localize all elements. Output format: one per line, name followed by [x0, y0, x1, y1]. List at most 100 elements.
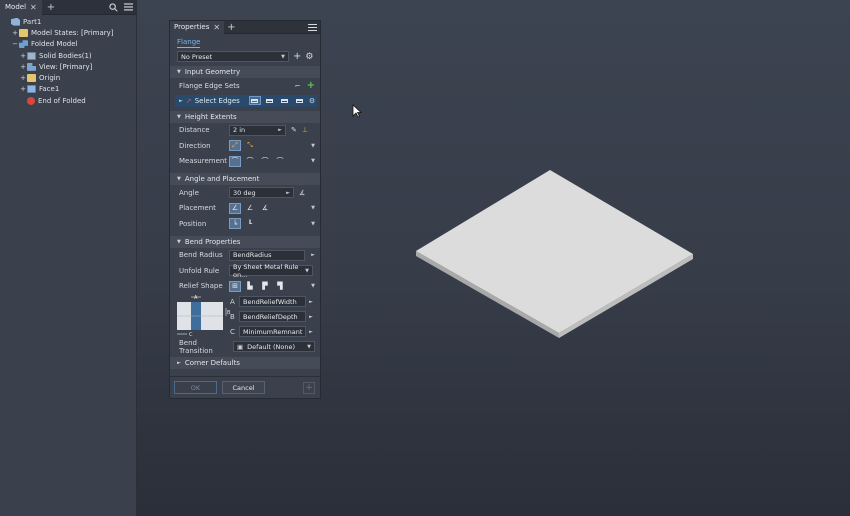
flip-direction-1-icon[interactable]: ⤢: [229, 140, 241, 152]
angle-reference-icon[interactable]: ∡: [299, 189, 305, 197]
preset-dropdown[interactable]: No Preset ▼: [177, 51, 289, 62]
expand-toggle-icon[interactable]: +: [19, 63, 27, 71]
section-bend-properties[interactable]: ▼ Bend Properties: [170, 235, 320, 248]
relief-width-input[interactable]: BendReliefWidth: [239, 296, 306, 307]
hamburger-menu-icon[interactable]: [124, 3, 133, 11]
chevron-right-icon[interactable]: ►: [311, 252, 315, 258]
expand-toggle-icon[interactable]: −: [11, 40, 19, 48]
tree-item[interactable]: + Face1: [0, 84, 136, 95]
chevron-down-icon[interactable]: ▼: [311, 283, 315, 289]
measure-mode-1-icon[interactable]: ⌒: [229, 155, 241, 167]
relief-round-icon[interactable]: ▛: [259, 281, 271, 292]
edge-selection-row[interactable]: ► ➚ Select Edges ⚙: [175, 94, 317, 107]
tree-item-label: Origin: [39, 74, 61, 83]
flip-direction-2-icon[interactable]: ⤡: [244, 140, 256, 151]
tree-item[interactable]: Part1: [0, 16, 136, 27]
chevron-down-icon: ▼: [307, 343, 311, 350]
edge-mode-2-icon[interactable]: [264, 96, 276, 105]
graphics-viewport[interactable]: [322, 0, 850, 516]
unfold-rule-dropdown[interactable]: By Sheet Metal Rule on... ▼: [229, 263, 313, 279]
expand-toggle-icon[interactable]: +: [11, 29, 19, 37]
folded-model-icon: [19, 40, 28, 49]
position-inside-icon[interactable]: ╘: [229, 218, 241, 230]
relief-depth-input[interactable]: BendReliefDepth: [239, 311, 306, 322]
measure-icon[interactable]: ✎: [291, 126, 297, 134]
add-edge-set-icon[interactable]: +: [307, 80, 315, 91]
section-title: Bend Properties: [184, 237, 241, 246]
expand-toggle-icon[interactable]: +: [19, 74, 27, 82]
face-icon: [27, 85, 36, 94]
hamburger-menu-icon[interactable]: [308, 23, 317, 31]
chevron-down-icon: ▼: [177, 113, 181, 120]
chevron-right-icon[interactable]: ►: [309, 299, 313, 305]
add-preset-icon[interactable]: +: [293, 51, 301, 62]
chevron-right-icon[interactable]: ►: [309, 329, 313, 335]
tree-item-label: Face1: [39, 85, 60, 94]
chevron-down-icon[interactable]: ▼: [311, 221, 315, 227]
bend-radius-value: BendRadius: [233, 251, 272, 260]
add-tab-icon[interactable]: +: [47, 2, 55, 13]
chevron-right-icon[interactable]: ►: [286, 190, 290, 196]
section-title: Height Extents: [184, 112, 237, 121]
measure-mode-4-icon[interactable]: ⌒: [274, 156, 286, 167]
placement-outer-icon[interactable]: ∠: [244, 203, 256, 214]
chevron-right-icon: ►: [177, 359, 181, 366]
tree-item[interactable]: End of Folded: [0, 95, 136, 106]
preset-row: No Preset ▼ + ⚙: [170, 48, 320, 62]
bend-radius-input[interactable]: BendRadius: [229, 249, 305, 261]
edge-mode-1-icon[interactable]: [248, 96, 261, 105]
cancel-button[interactable]: Cancel: [222, 381, 265, 394]
settings-icon[interactable]: ⚙: [309, 97, 315, 105]
relief-tear-icon[interactable]: ▜: [274, 281, 286, 292]
apply-plus-icon[interactable]: +: [303, 381, 315, 394]
end-of-part-icon: [27, 96, 35, 105]
preset-value: No Preset: [181, 52, 213, 61]
placement-inner-icon[interactable]: ∠: [229, 202, 241, 214]
chevron-right-icon[interactable]: ►: [309, 314, 313, 320]
tree-item[interactable]: + Model States: [Primary]: [0, 27, 136, 38]
bend-transition-dropdown[interactable]: ▣ Default (None) ▼: [233, 341, 315, 353]
gear-icon[interactable]: ⚙: [305, 52, 313, 62]
section-corner-defaults[interactable]: ► Corner Defaults: [170, 356, 320, 369]
close-icon[interactable]: ✕: [30, 3, 37, 12]
properties-panel: Properties ✕ + Flange No Preset ▼ + ⚙ ▼ …: [169, 20, 321, 399]
search-icon[interactable]: [109, 2, 118, 12]
relief-b-letter: B: [230, 312, 235, 321]
measure-mode-3-icon[interactable]: ⌒: [259, 156, 271, 167]
section-input-geometry[interactable]: ▼ Input Geometry: [170, 66, 320, 78]
tab-properties[interactable]: Properties ✕: [170, 20, 225, 34]
tab-model[interactable]: Model ✕: [0, 0, 42, 15]
angle-input[interactable]: 30 deg ►: [229, 187, 294, 199]
position-outside-icon[interactable]: ╙: [244, 218, 256, 229]
chevron-right-icon[interactable]: ►: [278, 127, 282, 133]
chevron-down-icon[interactable]: ▼: [311, 158, 315, 164]
measurement-row: Measurement ⌒ ⌒ ⌒ ⌒ ▼: [170, 154, 320, 170]
tab-flange[interactable]: Flange: [177, 38, 201, 48]
close-icon[interactable]: ✕: [213, 23, 220, 32]
expand-toggle-icon[interactable]: +: [19, 52, 27, 60]
chevron-down-icon[interactable]: ▼: [311, 205, 315, 211]
edge-mode-3-icon[interactable]: [279, 96, 291, 105]
sheet-metal-plate[interactable]: [322, 0, 850, 516]
add-tab-icon[interactable]: +: [227, 22, 235, 33]
tree-item[interactable]: + Solid Bodies(1): [0, 50, 136, 61]
measure-mode-2-icon[interactable]: ⌒: [244, 156, 256, 167]
edge-select-tool-icon[interactable]: ⌐: [295, 82, 301, 90]
distance-input[interactable]: 2 in ►: [229, 124, 286, 136]
chevron-down-icon[interactable]: ▼: [311, 143, 315, 149]
expand-toggle-icon[interactable]: +: [19, 85, 27, 93]
section-height-extents[interactable]: ▼ Height Extents: [170, 110, 320, 123]
tree-item[interactable]: − Folded Model: [0, 39, 136, 50]
tree-item[interactable]: + View: [Primary]: [0, 61, 136, 72]
placement-tangent-icon[interactable]: ∡: [259, 203, 271, 214]
section-angle-placement[interactable]: ▼ Angle and Placement: [170, 173, 320, 185]
chevron-down-icon: ▼: [177, 69, 181, 75]
edge-mode-4-icon[interactable]: [294, 96, 306, 105]
height-datum-icon[interactable]: ⊥: [302, 126, 308, 134]
tree-item[interactable]: + Origin: [0, 72, 136, 83]
minimum-remnant-input[interactable]: MinimumRemnant: [239, 326, 306, 337]
bend-transition-row: Bend Transition ▣ Default (None) ▼: [170, 339, 320, 355]
ok-button[interactable]: OK: [174, 381, 217, 394]
relief-default-icon[interactable]: ⊞: [229, 280, 241, 292]
relief-straight-icon[interactable]: ▙: [244, 281, 256, 292]
